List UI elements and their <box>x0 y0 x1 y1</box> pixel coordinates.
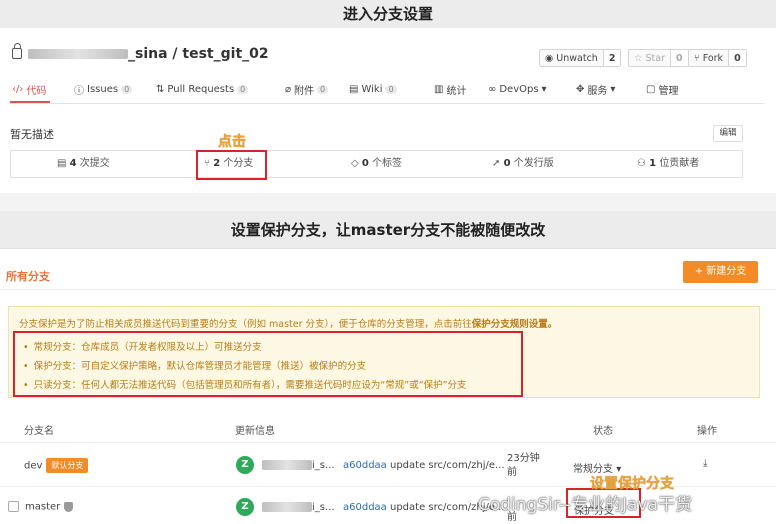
col-update-info: 更新信息 <box>235 426 275 437</box>
mid-banner-title: 设置保护分支，让master分支不能被随便改改 <box>0 211 776 249</box>
blurred-owner <box>28 49 128 59</box>
stat-tags[interactable]: ◇ 0 个标签 <box>351 151 402 177</box>
highlight-branches-box <box>196 150 267 180</box>
star-icon: ☆ <box>634 52 643 64</box>
unwatch-count: 2 <box>602 50 621 66</box>
tab-code[interactable]: ‹/› 代码 <box>12 80 46 98</box>
code-icon: ‹/› <box>12 83 24 95</box>
branch-row-master[interactable]: master <box>8 501 74 513</box>
paperclip-icon: ⌀ <box>285 83 292 95</box>
header-divider <box>0 442 776 443</box>
tab-services[interactable]: ✥ 服务 ▾ <box>576 80 615 98</box>
commit-icon: ▤ <box>57 158 67 169</box>
eye-icon: ◉ <box>545 52 554 64</box>
wiki-icon: ▤ <box>349 83 359 95</box>
commit-hash[interactable]: a60ddaa <box>343 460 387 471</box>
commit-message[interactable]: update src/com/zhj/e... <box>390 460 505 471</box>
star-count: 0 <box>670 50 688 66</box>
tab-attachments[interactable]: ⌀ 附件 0 <box>285 80 329 98</box>
col-branch-name: 分支名 <box>24 426 54 437</box>
caret-down-icon: ▾ <box>610 83 616 95</box>
default-branch-badge: 默认分支 <box>46 458 89 473</box>
tab-stats[interactable]: ▥ 统计 <box>434 80 466 98</box>
doc-icon: ▢ <box>646 83 656 95</box>
chart-icon: ▥ <box>434 83 444 95</box>
commit-author[interactable]: i_s... <box>262 460 335 471</box>
avatar: Z <box>236 456 254 474</box>
repo-name: _sina / test_git_02 <box>128 46 269 62</box>
unwatch-button[interactable]: ◉ Unwatch 2 <box>539 49 622 67</box>
protection-rules-link[interactable]: 保护分支规则设置。 <box>472 319 558 330</box>
pull-request-icon: ⇅ <box>156 83 165 95</box>
fork-icon: ⑂ <box>694 52 700 64</box>
handshake-icon: ✥ <box>576 83 585 95</box>
repo-title[interactable]: _sina / test_git_02 <box>12 43 269 62</box>
avatar: Z <box>236 498 254 516</box>
lock-icon <box>12 43 22 59</box>
shield-icon <box>64 501 74 512</box>
tab-divider <box>10 103 764 104</box>
highlight-rules-box <box>13 331 523 397</box>
send-icon: ➚ <box>492 158 501 169</box>
commit-author[interactable]: i_s... <box>262 502 335 513</box>
tag-icon: ◇ <box>351 158 359 169</box>
edit-description-button[interactable]: 编辑 <box>713 125 743 142</box>
fork-count: 0 <box>728 50 746 66</box>
infinity-icon: ∞ <box>488 83 497 95</box>
tab-active-indicator <box>10 101 50 103</box>
star-button[interactable]: ☆ Star 0 <box>628 49 689 67</box>
branch-row-dev[interactable]: dev 默认分支 <box>24 458 89 473</box>
commit-time: 23分钟前 <box>507 453 540 478</box>
fork-button[interactable]: ⑂ Fork 0 <box>688 49 747 67</box>
tab-pull-requests[interactable]: ⇅ Pull Requests 0 <box>156 80 249 98</box>
repo-description: 暂无描述 <box>10 128 54 141</box>
branches-divider <box>0 289 776 290</box>
annotation-click: 点击 <box>218 134 246 150</box>
repo-stats-bar: ▤ 4 次提交 ⑂ 2 个分支 ◇ 0 个标签 ➚ 0 个发行版 ⚇ 1 位贡献… <box>10 150 743 178</box>
col-operations: 操作 <box>697 426 717 437</box>
col-status: 状态 <box>593 426 613 437</box>
issues-icon: ⓘ <box>74 85 84 97</box>
notice-intro: 分支保护是为了防止相关成员推送代码到重要的分支（例如 master 分支），便于… <box>19 319 558 330</box>
tab-devops[interactable]: ∞ DevOps ▾ <box>488 80 547 98</box>
branch-name[interactable]: master <box>25 502 60 513</box>
users-icon: ⚇ <box>637 158 646 169</box>
tab-wiki[interactable]: ▤ Wiki 0 <box>349 80 397 98</box>
new-branch-button[interactable]: + 新建分支 <box>683 261 758 283</box>
caret-down-icon: ▾ <box>541 83 547 95</box>
tab-manage[interactable]: ▢ 管理 <box>646 80 678 98</box>
stat-releases[interactable]: ➚ 0 个发行版 <box>492 151 554 177</box>
stat-commits[interactable]: ▤ 4 次提交 <box>57 151 110 177</box>
section-gap <box>0 193 776 211</box>
select-checkbox[interactable] <box>8 501 19 512</box>
watermark: CodingSir--专业的Java干货 <box>478 495 692 515</box>
download-icon[interactable]: ⤓ <box>703 458 707 469</box>
stat-contributors[interactable]: ⚇ 1 位贡献者 <box>637 151 699 177</box>
branch-name[interactable]: dev <box>24 461 42 472</box>
top-banner-title: 进入分支设置 <box>0 0 776 28</box>
tab-issues[interactable]: ⓘ Issues 0 <box>74 80 133 98</box>
commit-hash[interactable]: a60ddaa <box>343 502 387 513</box>
all-branches-title: 所有分支 <box>6 270 50 283</box>
